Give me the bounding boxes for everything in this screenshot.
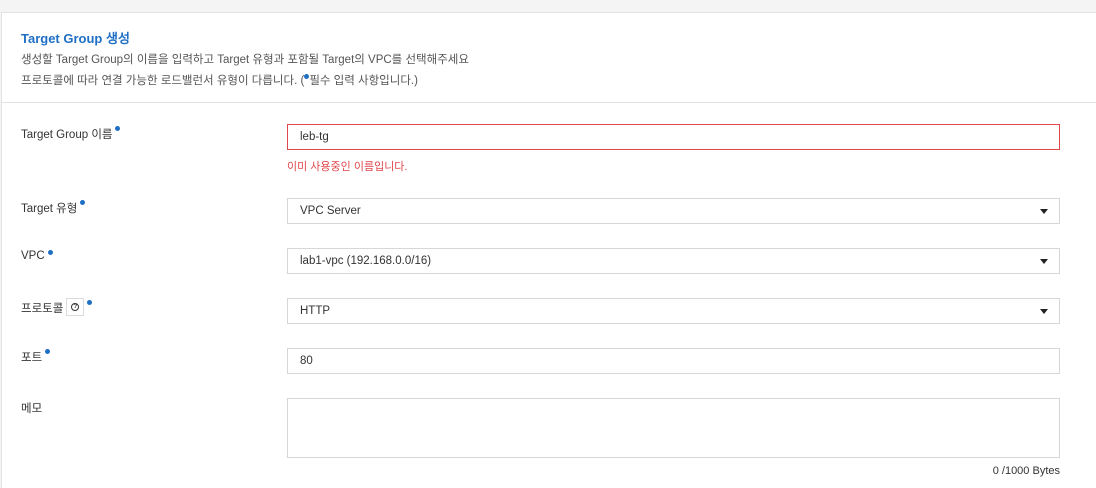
port-label: 포트 bbox=[21, 349, 51, 365]
protocol-selected-value: HTTP bbox=[300, 305, 331, 317]
target-type-label: Target 유형 bbox=[21, 200, 86, 216]
caret-down-icon bbox=[1040, 259, 1048, 264]
target-type-select[interactable]: VPC Server bbox=[287, 198, 1060, 224]
protocol-select[interactable]: HTTP bbox=[287, 298, 1060, 324]
description-line-2-prefix: 프로토콜에 따라 연결 가능한 로드밸런서 유형이 다릅니다. ( bbox=[21, 75, 305, 87]
vpc-label-text: VPC bbox=[21, 250, 45, 262]
memo-byte-counter: 0 /1000 Bytes bbox=[992, 465, 1060, 477]
panel-header: Target Group 생성 생성할 Target Group의 이름을 입력… bbox=[2, 13, 1096, 103]
target-group-create-panel: Target Group 생성 생성할 Target Group의 이름을 입력… bbox=[1, 12, 1096, 488]
target-type-selected-value: VPC Server bbox=[300, 205, 361, 217]
required-dot-icon bbox=[45, 349, 51, 354]
required-dot-icon bbox=[115, 126, 121, 131]
protocol-label: 프로토콜? bbox=[21, 298, 93, 318]
required-dot-icon bbox=[47, 250, 53, 255]
target-type-label-text: Target 유형 bbox=[21, 203, 78, 215]
question-mark-icon: ? bbox=[71, 303, 80, 311]
page-title: Target Group 생성 bbox=[21, 31, 130, 46]
memo-textarea[interactable] bbox=[287, 398, 1060, 458]
description-line-2-suffix: 필수 입력 사항입니다.) bbox=[309, 75, 418, 87]
vpc-label: VPC bbox=[21, 250, 53, 262]
name-error-message: 이미 사용중인 이름입니다. bbox=[287, 161, 408, 173]
required-dot-icon bbox=[80, 200, 86, 205]
port-label-text: 포트 bbox=[21, 352, 43, 364]
target-group-name-input[interactable] bbox=[287, 124, 1060, 150]
help-button[interactable]: ? bbox=[66, 298, 85, 316]
caret-down-icon bbox=[1040, 309, 1048, 314]
memo-label: 메모 bbox=[21, 403, 43, 415]
caret-down-icon bbox=[1040, 209, 1048, 214]
name-label: Target Group 이름 bbox=[21, 126, 121, 142]
port-input[interactable] bbox=[287, 348, 1060, 374]
required-dot-icon bbox=[87, 300, 93, 305]
description-line-2: 프로토콜에 따라 연결 가능한 로드밸런서 유형이 다릅니다. ( 필수 입력 사… bbox=[21, 72, 418, 88]
vpc-selected-value: lab1-vpc (192.168.0.0/16) bbox=[300, 255, 432, 267]
vpc-select[interactable]: lab1-vpc (192.168.0.0/16) bbox=[287, 248, 1060, 274]
protocol-label-text: 프로토콜 bbox=[21, 303, 64, 316]
description-line-1: 생성할 Target Group의 이름을 입력하고 Target 유형과 포함… bbox=[21, 54, 469, 66]
name-label-text: Target Group 이름 bbox=[21, 129, 113, 141]
